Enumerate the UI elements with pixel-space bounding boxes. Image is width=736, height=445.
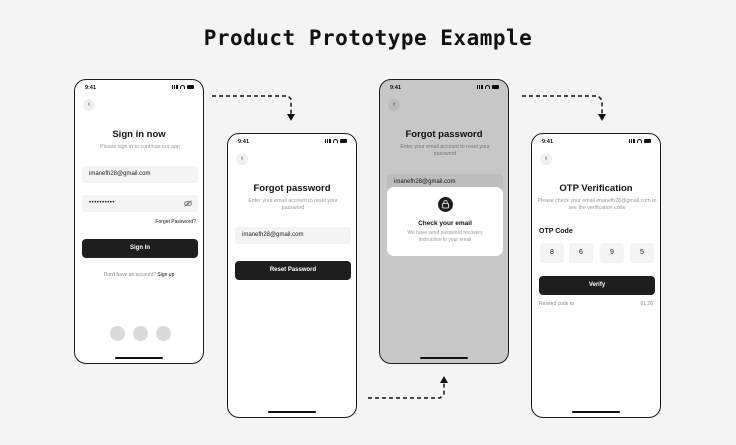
signal-icon <box>325 139 331 143</box>
otp-digit-input[interactable]: 8 <box>540 243 564 263</box>
status-bar: 9:41 <box>75 80 203 94</box>
wifi-icon <box>333 139 338 143</box>
password-field[interactable]: •••••••••• <box>82 195 198 212</box>
verify-button[interactable]: Verify <box>539 276 655 295</box>
signin-subtitle: Please sign in to continue our app <box>100 144 180 150</box>
otp-digit-input[interactable]: 9 <box>600 243 624 263</box>
wifi-icon <box>637 139 642 143</box>
social-login-button[interactable] <box>156 326 171 341</box>
email-field[interactable]: imanefh28@gmail.com <box>235 227 351 244</box>
signal-icon <box>629 139 635 143</box>
email-lock-icon <box>438 197 453 212</box>
signin-screen: 9:41 ‹ Sign in now Please sign in to con… <box>74 79 204 364</box>
back-button[interactable]: ‹ <box>540 153 552 165</box>
password-value: •••••••••• <box>89 200 116 206</box>
status-time: 9:41 <box>85 85 97 91</box>
modal-title: Check your email <box>418 220 472 227</box>
otp-screen: 9:41 ‹ OTP Verification Please check you… <box>531 133 661 418</box>
home-indicator <box>115 357 163 359</box>
signup-prompt: Don't have an account? <box>103 272 157 278</box>
signal-icon <box>172 85 178 89</box>
status-bar: 9:41 <box>228 134 356 148</box>
otp-digit-input[interactable]: 5 <box>630 243 654 263</box>
signin-title: Sign in now <box>112 129 166 140</box>
status-time: 9:41 <box>238 139 250 145</box>
sign-in-button[interactable]: Sign In <box>82 239 198 258</box>
battery-icon <box>187 85 194 89</box>
resend-timer: 01:26 <box>640 301 653 307</box>
email-field[interactable]: imanefh28@gmail.com <box>82 166 198 183</box>
forgot-password-link[interactable]: Forget Password? <box>155 219 196 225</box>
otp-subtitle: Please check your email imanefh28@gmail.… <box>537 198 657 211</box>
back-button[interactable]: ‹ <box>83 99 95 111</box>
sign-up-link[interactable]: Sign up <box>157 272 174 278</box>
home-indicator <box>420 357 468 359</box>
forgot-title: Forgot password <box>253 183 331 194</box>
wifi-icon <box>180 85 185 89</box>
check-email-screen: 9:41 ‹ Forgot password Enter your email … <box>379 79 509 364</box>
status-bar: 9:41 <box>532 134 660 148</box>
resend-code-link[interactable]: Resend code to <box>539 301 574 307</box>
status-time: 9:41 <box>542 139 554 145</box>
otp-title: OTP Verification <box>559 183 633 194</box>
social-login-button[interactable] <box>133 326 148 341</box>
otp-digit-input[interactable]: 6 <box>569 243 593 263</box>
forgot-subtitle: Enter your email account to reset your p… <box>248 198 338 211</box>
modal-text: We have send password recovery instructi… <box>407 230 483 243</box>
back-button[interactable]: ‹ <box>236 153 248 165</box>
social-login-button[interactable] <box>110 326 125 341</box>
reset-password-button[interactable]: Reset Password <box>235 261 351 280</box>
home-indicator <box>268 411 316 413</box>
battery-icon <box>340 139 347 143</box>
home-indicator <box>572 411 620 413</box>
eye-off-icon[interactable] <box>184 200 192 207</box>
check-email-modal: Check your email We have send password r… <box>387 187 503 256</box>
forgot-password-screen: 9:41 ‹ Forgot password Enter your email … <box>227 133 357 418</box>
battery-icon <box>644 139 651 143</box>
otp-label: OTP Code <box>539 228 573 235</box>
